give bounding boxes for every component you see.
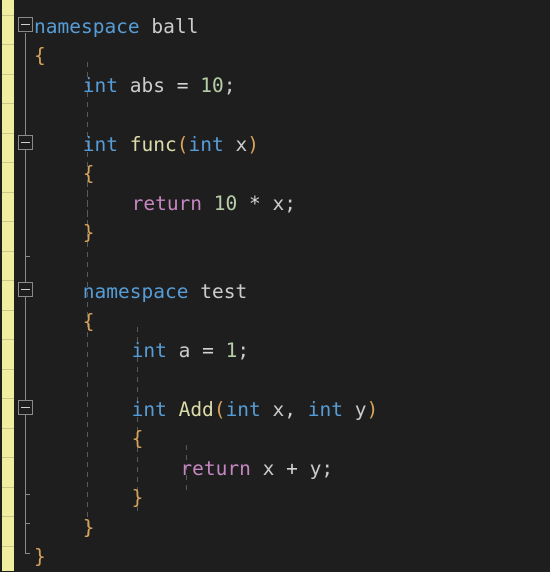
code-token-identifier: x bbox=[235, 133, 248, 156]
code-token-bracket1: } bbox=[82, 516, 95, 539]
code-token-keyword: int bbox=[131, 339, 167, 362]
code-token-punct: ; bbox=[223, 74, 236, 97]
code-editor[interactable]: namespace ball{int abs = 10; int func(int… bbox=[0, 0, 550, 571]
code-line[interactable]: int Add(int x, int y) bbox=[132, 395, 379, 425]
code-line[interactable]: { bbox=[132, 424, 144, 454]
code-token-operator: = bbox=[202, 339, 214, 362]
code-token-bracket2: ) bbox=[247, 133, 259, 156]
code-token-control: return bbox=[180, 457, 251, 480]
code-token-keyword: namespace bbox=[34, 15, 140, 38]
code-token-identifier: y bbox=[309, 457, 322, 480]
code-token-punct: ; bbox=[284, 192, 297, 215]
code-token-bracket1: } bbox=[82, 221, 95, 244]
code-token-number: 10 bbox=[213, 192, 238, 215]
code-token-bracket2: ) bbox=[366, 398, 379, 421]
code-token-keyword: int bbox=[307, 398, 344, 421]
code-token-bracket1: { bbox=[82, 162, 95, 185]
code-line[interactable]: int abs = 10; bbox=[83, 71, 236, 101]
code-line[interactable]: namespace test bbox=[83, 277, 247, 307]
code-token-identifier: y bbox=[354, 398, 367, 421]
code-line[interactable]: } bbox=[83, 218, 95, 248]
code-token-keyword: int bbox=[188, 133, 224, 156]
code-line[interactable]: { bbox=[83, 159, 95, 189]
code-line[interactable]: { bbox=[34, 41, 46, 71]
code-token-operator: + bbox=[286, 457, 298, 480]
code-token-number: 1 bbox=[225, 339, 238, 362]
code-line[interactable]: namespace ball bbox=[34, 12, 198, 42]
code-line[interactable]: int func(int x) bbox=[83, 130, 259, 160]
code-token-bracket1: { bbox=[131, 427, 144, 450]
code-token-bracket2: ( bbox=[213, 398, 226, 421]
code-token-identifier: ball bbox=[151, 15, 199, 38]
code-line[interactable]: { bbox=[83, 307, 95, 337]
code-token-keyword: int bbox=[225, 398, 261, 421]
code-token-function: func bbox=[129, 133, 177, 156]
code-token-keyword: int bbox=[82, 74, 119, 97]
code-token-bracket1: } bbox=[34, 545, 46, 568]
code-token-bracket2: ( bbox=[176, 133, 189, 156]
code-token-identifier: x bbox=[272, 398, 285, 421]
code-token-operator: * bbox=[249, 192, 261, 215]
code-token-keyword: int bbox=[131, 398, 167, 421]
code-line[interactable]: } bbox=[83, 513, 95, 543]
code-token-bracket1: { bbox=[34, 44, 46, 67]
code-token-punct: ; bbox=[237, 339, 250, 362]
code-token-identifier: x bbox=[272, 192, 285, 215]
code-token-number: 10 bbox=[200, 74, 224, 97]
code-token-identifier: abs bbox=[129, 74, 166, 97]
code-token-bracket1: } bbox=[131, 486, 144, 509]
code-token-keyword: namespace bbox=[82, 280, 189, 303]
code-token-identifier: test bbox=[200, 280, 248, 303]
code-token-control: return bbox=[131, 192, 203, 215]
code-line[interactable]: } bbox=[132, 483, 144, 513]
code-token-punct: , bbox=[284, 398, 297, 421]
code-line[interactable]: return x + y; bbox=[180, 454, 333, 484]
code-token-bracket1: { bbox=[82, 310, 95, 333]
code-token-identifier: a bbox=[178, 339, 191, 362]
code-line[interactable]: int a = 1; bbox=[132, 336, 249, 366]
code-token-identifier: x bbox=[262, 457, 275, 480]
code-token-function: Add bbox=[178, 398, 214, 421]
code-token-operator: = bbox=[176, 74, 189, 97]
code-token-punct: ; bbox=[321, 457, 334, 480]
code-text-area[interactable]: namespace ball{int abs = 10; int func(int… bbox=[0, 0, 550, 571]
code-line[interactable]: } bbox=[34, 542, 46, 572]
code-line[interactable]: return 10 * x; bbox=[132, 189, 296, 219]
code-token-keyword: int bbox=[82, 133, 119, 156]
